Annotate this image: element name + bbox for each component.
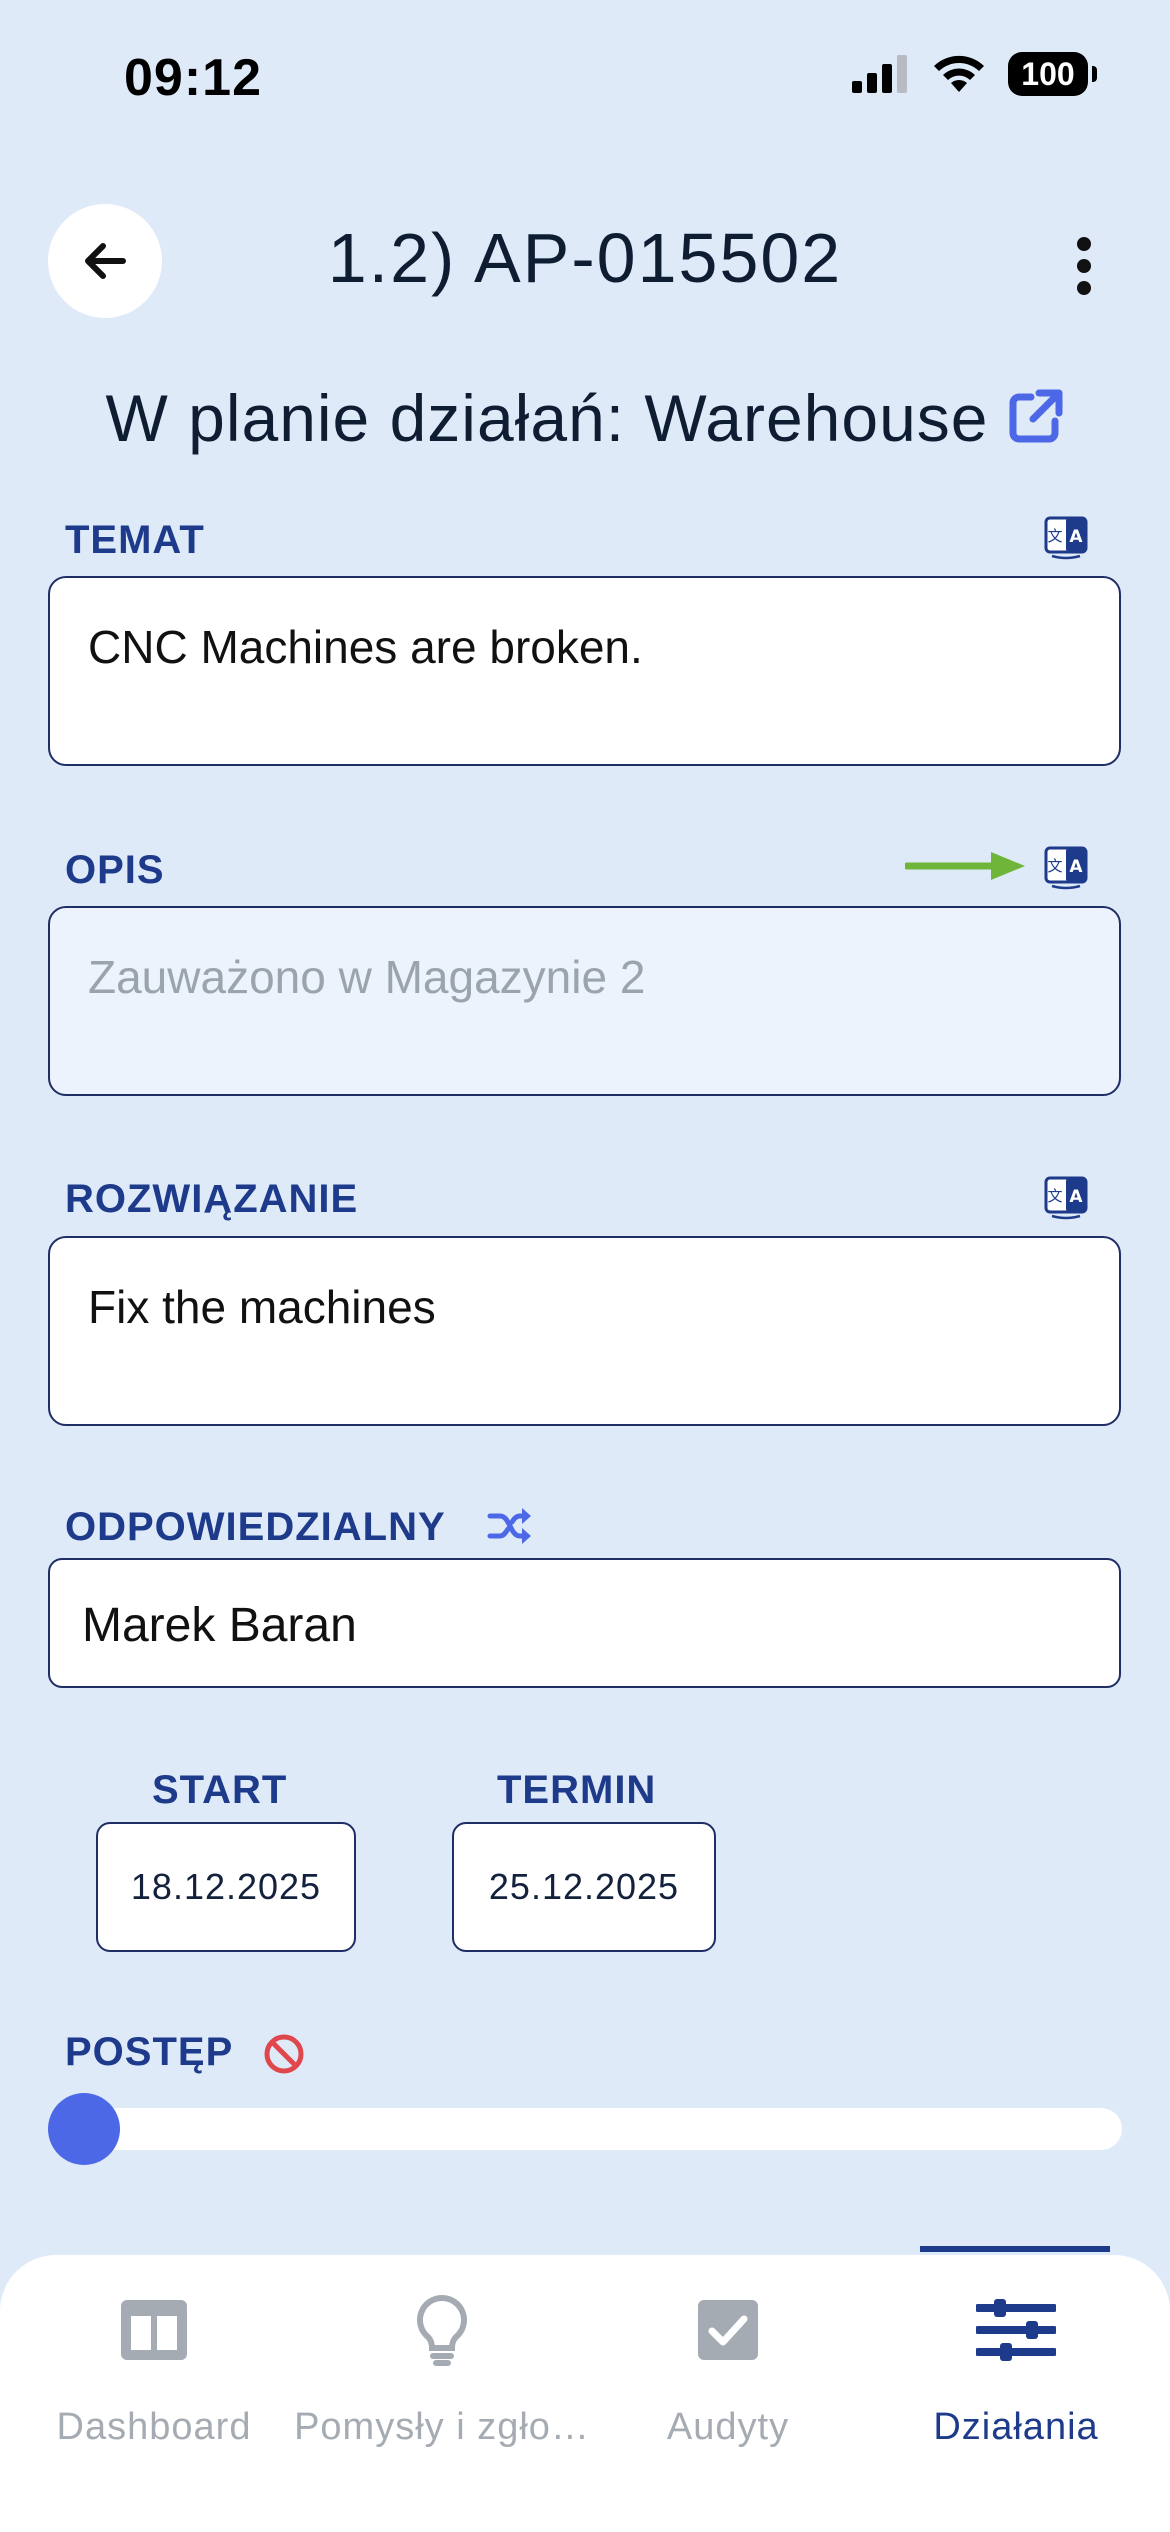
external-link-icon[interactable] xyxy=(1007,387,1065,445)
status-icons: 100 xyxy=(852,52,1097,96)
translate-icon[interactable]: 文 A xyxy=(1042,842,1090,890)
tab-audits[interactable]: Audyty xyxy=(582,2290,874,2449)
temat-label: TEMAT xyxy=(65,518,205,562)
tab-dashboard[interactable]: Dashboard xyxy=(8,2290,300,2449)
svg-text:文: 文 xyxy=(1047,1187,1062,1205)
opis-field[interactable]: Zauważono w Magazynie 2 xyxy=(48,906,1121,1096)
action-detail-screen: 09:12 100 1.2) AP-015502 W planie działa… xyxy=(0,0,1170,2532)
sliders-icon xyxy=(976,2299,1056,2361)
postep-label: POSTĘP xyxy=(65,2030,234,2074)
shuffle-icon[interactable] xyxy=(486,1504,534,1548)
odpowiedzialny-label: ODPOWIEDZIALNY xyxy=(65,1505,446,1549)
tab-label: Pomysły i zgło… xyxy=(294,2406,590,2448)
svg-text:文: 文 xyxy=(1047,857,1062,875)
battery-indicator: 100 xyxy=(1008,52,1097,96)
progress-slider-track[interactable] xyxy=(54,2108,1122,2150)
wifi-icon xyxy=(934,55,984,92)
svg-text:文: 文 xyxy=(1047,527,1062,545)
tab-label: Działania xyxy=(933,2406,1099,2448)
tab-ideas[interactable]: Pomysły i zgło… xyxy=(294,2290,590,2449)
progress-slider-thumb[interactable] xyxy=(48,2093,120,2165)
svg-text:A: A xyxy=(1069,1187,1083,1207)
arrow-left-icon xyxy=(85,243,126,279)
termin-date-field[interactable]: 25.12.2025 xyxy=(452,1822,716,1952)
termin-label: TERMIN xyxy=(497,1768,657,1812)
temat-field[interactable]: CNC Machines are broken. xyxy=(48,576,1121,766)
opis-label: OPIS xyxy=(65,848,165,892)
action-plan-link[interactable]: W planie działań: Warehouse xyxy=(0,380,1170,456)
odpowiedzialny-field[interactable]: Marek Baran xyxy=(48,1558,1121,1688)
more-options-button[interactable] xyxy=(1044,226,1124,306)
translate-icon[interactable]: 文 A xyxy=(1042,1172,1090,1220)
signal-icon xyxy=(852,55,907,93)
checkbox-icon xyxy=(698,2300,758,2360)
action-plan-text: W planie działań: Warehouse xyxy=(105,381,989,455)
tab-actions[interactable]: Działania xyxy=(870,2290,1162,2449)
annotation-arrow-icon xyxy=(905,852,1025,880)
active-tab-indicator xyxy=(920,2246,1110,2252)
more-vertical-icon xyxy=(1077,237,1091,295)
start-date-field[interactable]: 18.12.2025 xyxy=(96,1822,356,1952)
rozwiazanie-label: ROZWIĄZANIE xyxy=(65,1177,359,1221)
svg-text:A: A xyxy=(1069,527,1083,547)
translate-icon[interactable]: 文 A xyxy=(1042,512,1090,560)
tab-label: Dashboard xyxy=(56,2406,252,2448)
svg-text:A: A xyxy=(1069,857,1083,877)
lightbulb-icon xyxy=(416,2294,468,2366)
start-label: START xyxy=(152,1768,288,1812)
status-time: 09:12 xyxy=(124,49,262,107)
tab-label: Audyty xyxy=(666,2406,790,2448)
dashboard-icon xyxy=(121,2300,187,2360)
rozwiazanie-field[interactable]: Fix the machines xyxy=(48,1236,1121,1426)
page-title: 1.2) AP-015502 xyxy=(327,219,843,297)
blocked-icon[interactable] xyxy=(262,2032,306,2076)
back-button[interactable] xyxy=(48,204,162,318)
